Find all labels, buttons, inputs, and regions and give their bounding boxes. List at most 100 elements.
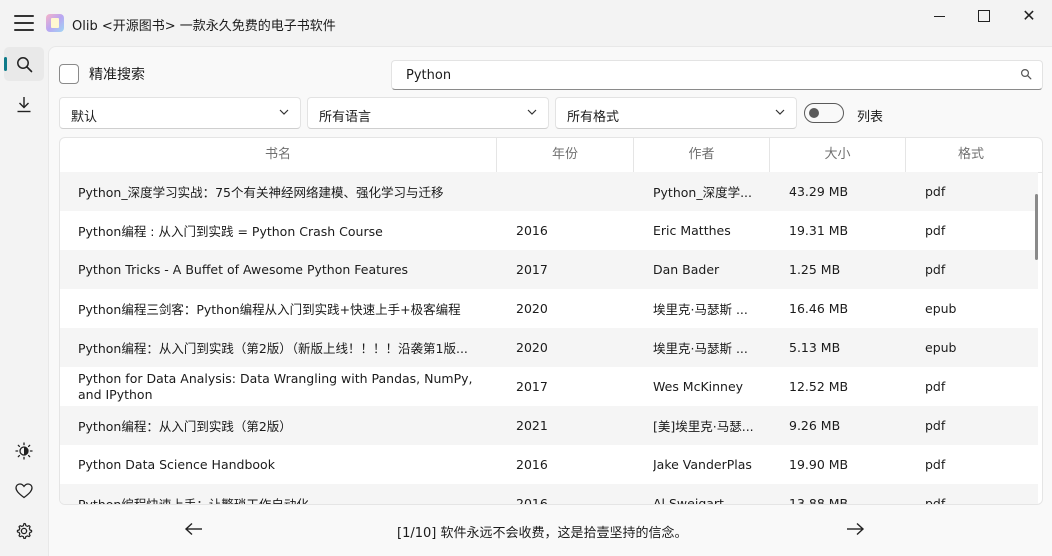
- cell-format: pdf: [925, 418, 946, 433]
- chevron-down-icon: [279, 109, 289, 115]
- list-view-toggle[interactable]: [804, 103, 844, 123]
- cell-author: Dan Bader: [653, 262, 720, 277]
- title-bar: Olib <开源图书> 一款永久免费的电子书软件 ✕: [0, 0, 1052, 46]
- exact-search-checkbox[interactable]: 精准搜索: [59, 64, 145, 84]
- cell-title: Python for Data Analysis: Data Wrangling…: [78, 370, 473, 402]
- cell-author: Wes McKinney: [653, 379, 744, 394]
- table-row[interactable]: Python编程 : 从入门到实践 = Python Crash Course …: [60, 211, 1038, 250]
- maximize-icon: [978, 10, 990, 22]
- header-author[interactable]: 作者: [634, 138, 770, 172]
- cell-year: 2020: [516, 340, 548, 355]
- cell-title: Python_深度学习实战：75个有关神经网络建模、强化学习与迁移: [78, 185, 444, 200]
- table-row[interactable]: Python Data Science Handbook 2016 Jake V…: [60, 445, 1038, 484]
- exact-search-label: 精准搜索: [89, 67, 145, 83]
- cell-title: Python Tricks - A Buffet of Awesome Pyth…: [78, 262, 409, 277]
- cell-year: 2017: [516, 262, 548, 277]
- table-row[interactable]: Python编程：从入门到实践（第2版）（新版上线！！！！沿袭第1版... 20…: [60, 328, 1038, 367]
- nav-theme[interactable]: [4, 434, 44, 468]
- cell-size: 16.46 MB: [789, 301, 849, 316]
- cell-size: 13.88 MB: [789, 496, 849, 505]
- cell-year: 2021: [516, 418, 548, 433]
- pagination-message: [1/10] 软件永远不会收费，这是拾壹坚持的信念。: [397, 526, 688, 541]
- header-size[interactable]: 大小: [770, 138, 906, 172]
- search-box[interactable]: [391, 60, 1043, 90]
- cell-year: 2017: [516, 379, 548, 394]
- cell-size: 1.25 MB: [789, 262, 841, 277]
- format-dropdown[interactable]: 所有格式: [555, 97, 797, 129]
- pagination-bar: [1/10] 软件永远不会收费，这是拾壹坚持的信念。: [49, 509, 1052, 549]
- cell-format: pdf: [925, 223, 946, 238]
- favorite-icon: [15, 483, 33, 499]
- table-body: Python_深度学习实战：75个有关神经网络建模、强化学习与迁移 Python…: [60, 172, 1042, 505]
- header-title[interactable]: 书名: [60, 138, 497, 172]
- table-header: 书名 年份 作者 大小 格式: [60, 138, 1042, 173]
- cell-author: Jake VanderPlas: [653, 457, 752, 472]
- cell-size: 19.31 MB: [789, 223, 849, 238]
- cell-format: epub: [925, 340, 957, 355]
- cell-author: Eric Matthes: [653, 223, 731, 238]
- previous-page-button[interactable]: [180, 517, 208, 541]
- app-logo-icon: [46, 14, 64, 32]
- cell-year: 2016: [516, 496, 548, 505]
- checkbox-box[interactable]: [59, 64, 79, 84]
- menu-icon[interactable]: [14, 15, 34, 31]
- cell-author: 埃里克·马瑟斯 ...: [653, 341, 748, 356]
- close-icon: ✕: [1022, 6, 1036, 25]
- table-row[interactable]: Python编程：从入门到实践（第2版） 2021 [美]埃里克·马瑟... 9…: [60, 406, 1038, 445]
- table-row[interactable]: Python for Data Analysis: Data Wrangling…: [60, 367, 1038, 406]
- cell-size: 9.26 MB: [789, 418, 841, 433]
- cell-author: [美]埃里克·马瑟...: [653, 419, 754, 434]
- nav-download[interactable]: [4, 87, 44, 121]
- download-icon: [17, 96, 31, 112]
- arrow-left-icon: [184, 522, 202, 536]
- cell-format: pdf: [925, 496, 946, 505]
- cell-author: 埃里克·马瑟斯 ...: [653, 302, 748, 317]
- cell-size: 12.52 MB: [789, 379, 849, 394]
- next-page-button[interactable]: [841, 517, 869, 541]
- cell-title: Python编程：从入门到实践（第2版）: [78, 419, 292, 434]
- search-input[interactable]: [404, 67, 1008, 84]
- table-row[interactable]: Python_深度学习实战：75个有关神经网络建模、强化学习与迁移 Python…: [60, 172, 1038, 211]
- minimize-icon: [933, 15, 945, 17]
- arrow-right-icon: [847, 522, 865, 536]
- language-value: 所有语言: [319, 110, 372, 125]
- nav-favorite[interactable]: [4, 474, 44, 508]
- close-button[interactable]: ✕: [1006, 0, 1052, 32]
- nav-search[interactable]: [4, 47, 44, 81]
- table-row[interactable]: Python编程三剑客：Python编程从入门到实践+快速上手+极客编程 202…: [60, 289, 1038, 328]
- cell-format: pdf: [925, 457, 946, 472]
- settings-icon: [16, 522, 33, 539]
- cell-format: pdf: [925, 379, 946, 394]
- cell-year: [516, 172, 596, 211]
- cell-title: Python Data Science Handbook: [78, 457, 275, 472]
- sort-dropdown[interactable]: 默认: [59, 97, 301, 129]
- cell-format: pdf: [925, 262, 946, 277]
- cell-size: 5.13 MB: [789, 340, 841, 355]
- header-format[interactable]: 格式: [906, 138, 1036, 172]
- maximize-button[interactable]: [961, 0, 1007, 32]
- cell-title: Python编程 : 从入门到实践 = Python Crash Course: [78, 224, 383, 239]
- header-year[interactable]: 年份: [497, 138, 634, 172]
- cell-size: 43.29 MB: [789, 184, 849, 199]
- language-dropdown[interactable]: 所有语言: [307, 97, 549, 129]
- minimize-button[interactable]: [916, 0, 962, 32]
- table-row[interactable]: Python Tricks - A Buffet of Awesome Pyth…: [60, 250, 1038, 289]
- chevron-down-icon: [527, 109, 537, 115]
- cell-format: pdf: [925, 184, 946, 199]
- cell-size: 19.90 MB: [789, 457, 849, 472]
- format-value: 所有格式: [567, 110, 620, 125]
- search-icon: [16, 56, 32, 72]
- cell-year: 2016: [516, 457, 548, 472]
- nav-settings[interactable]: [4, 514, 44, 548]
- cell-author: Al Sweigart: [653, 496, 724, 505]
- window-title: Olib <开源图书> 一款永久免费的电子书软件: [72, 19, 336, 34]
- theme-icon: [15, 442, 33, 460]
- chevron-down-icon: [775, 109, 785, 115]
- search-icon[interactable]: [1020, 68, 1032, 80]
- cell-year: 2016: [516, 223, 548, 238]
- table-row[interactable]: Python编程快速上手：让繁琐工作自动化 2016 Al Sweigart 1…: [60, 484, 1038, 505]
- cell-author: Python_深度学...: [653, 185, 752, 200]
- list-view-label: 列表: [857, 110, 884, 125]
- table-scrollbar[interactable]: [1035, 194, 1038, 260]
- cell-title: Python编程快速上手：让繁琐工作自动化: [78, 497, 309, 505]
